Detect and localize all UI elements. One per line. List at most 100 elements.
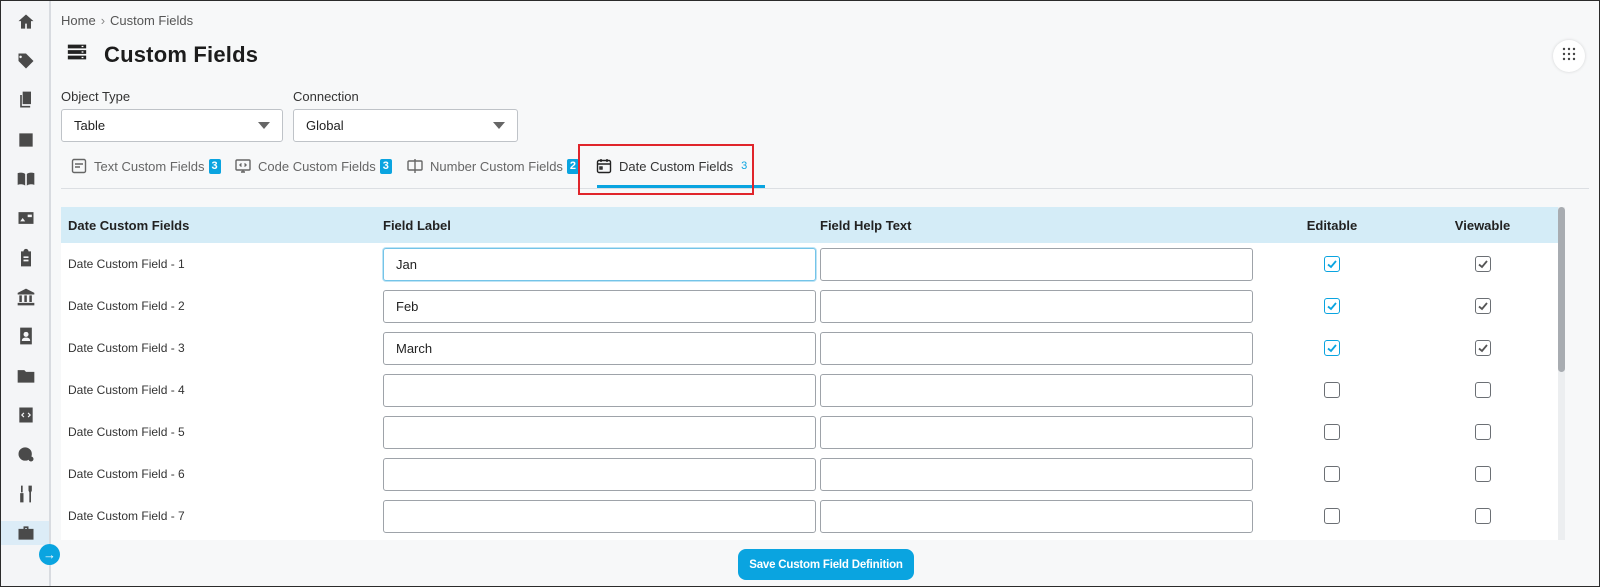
documents-icon[interactable]	[14, 88, 38, 112]
connection-select[interactable]: Global	[293, 109, 518, 142]
header-editable: Editable	[1306, 217, 1358, 233]
field-name: Date Custom Field - 7	[68, 509, 185, 523]
editable-checkbox[interactable]	[1324, 466, 1340, 482]
field-name: Date Custom Field - 2	[68, 299, 185, 313]
connection-label: Connection	[293, 89, 359, 104]
expand-rail-button[interactable]: →	[39, 544, 60, 565]
field-label-input[interactable]	[383, 373, 816, 407]
save-custom-field-definition-button[interactable]: Save Custom Field Definition	[738, 549, 914, 580]
tab-label: Text Custom Fields	[94, 158, 205, 174]
header-viewable: Viewable	[1454, 217, 1511, 233]
field-help-text-input[interactable]	[820, 247, 1253, 281]
bank-icon[interactable]	[14, 285, 38, 309]
viewable-checkbox[interactable]	[1474, 466, 1491, 482]
table-row: Date Custom Field - 5	[61, 411, 1558, 453]
object-type-select[interactable]: Table	[61, 109, 283, 142]
field-label-input[interactable]: March	[383, 331, 816, 365]
page-title: Custom Fields	[104, 41, 259, 67]
field-label-input[interactable]	[383, 499, 816, 533]
contact-book-icon[interactable]	[14, 324, 38, 348]
viewable-checkbox[interactable]	[1474, 298, 1491, 314]
field-label-input[interactable]	[383, 415, 816, 449]
viewable-checkbox[interactable]	[1474, 382, 1491, 398]
field-label-input[interactable]: Jan	[383, 247, 816, 281]
viewable-checkbox[interactable]	[1474, 340, 1491, 356]
text-field-icon	[71, 158, 87, 174]
caret-down-icon	[258, 122, 270, 129]
editable-checkbox[interactable]	[1324, 382, 1340, 398]
field-name: Date Custom Field - 3	[68, 341, 185, 355]
caret-down-icon	[493, 122, 505, 129]
field-label-input[interactable]: Feb	[383, 289, 816, 323]
header-date-custom-fields: Date Custom Fields	[68, 217, 190, 233]
header-field-label: Field Label	[383, 217, 451, 233]
object-type-group: Object Type Table	[61, 89, 283, 142]
image-card-icon[interactable]	[14, 206, 38, 230]
scrollbar-thumb[interactable]	[1558, 207, 1565, 372]
table-row: Date Custom Field - 1 Jan	[61, 243, 1558, 285]
custom-field-tabs: Text Custom Fields 3 Code Custom Fields …	[61, 151, 1589, 189]
viewable-checkbox[interactable]	[1474, 424, 1491, 440]
viewable-checkbox[interactable]	[1474, 256, 1491, 272]
tab-number-custom-fields[interactable]: Number Custom Fields 2	[407, 158, 579, 174]
highlight-annotation	[578, 144, 754, 195]
editable-checkbox[interactable]	[1324, 298, 1340, 314]
table-row: Date Custom Field - 3 March	[61, 327, 1558, 369]
tab-code-custom-fields[interactable]: Code Custom Fields 3	[235, 158, 392, 174]
table-body: Date Custom Field - 1 Jan Date Custom Fiel…	[61, 243, 1558, 537]
table-header: Date Custom Fields Field Label Field Hel…	[61, 207, 1558, 243]
tab-count-badge: 3	[379, 158, 392, 174]
breadcrumb-current: Custom Fields	[110, 13, 194, 28]
table-scrollbar[interactable]	[1558, 207, 1565, 540]
field-help-text-input[interactable]	[820, 331, 1253, 365]
left-nav-rail	[1, 1, 51, 586]
tab-label: Code Custom Fields	[258, 158, 376, 174]
app-menu-button[interactable]	[1553, 40, 1585, 72]
field-help-text-input[interactable]	[820, 415, 1253, 449]
field-help-text-input[interactable]	[820, 289, 1253, 323]
connection-value: Global	[306, 118, 344, 133]
home-icon[interactable]	[14, 10, 38, 34]
object-type-label: Object Type	[61, 89, 131, 104]
book-icon[interactable]	[14, 167, 38, 191]
tools-icon[interactable]	[14, 482, 38, 506]
connection-group: Connection Global	[293, 89, 518, 142]
editable-checkbox[interactable]	[1324, 424, 1340, 440]
tag-icon[interactable]	[14, 49, 38, 73]
grid-dots-icon	[1562, 47, 1576, 66]
table-row: Date Custom Field - 2 Feb	[61, 285, 1558, 327]
table-row: Date Custom Field - 6	[61, 453, 1558, 495]
editable-checkbox[interactable]	[1324, 508, 1340, 524]
field-name: Date Custom Field - 6	[68, 467, 185, 481]
code-file-icon[interactable]	[14, 403, 38, 427]
object-type-value: Table	[74, 118, 106, 133]
clipboard-icon[interactable]	[14, 246, 38, 270]
folder-icon[interactable]	[14, 364, 38, 388]
tab-count-badge: 3	[208, 158, 221, 174]
field-help-text-input[interactable]	[820, 457, 1253, 491]
tab-label: Number Custom Fields	[430, 158, 563, 174]
field-name: Date Custom Field - 5	[68, 425, 185, 439]
table-row: Date Custom Field - 7	[61, 495, 1558, 537]
field-help-text-input[interactable]	[820, 373, 1253, 407]
editable-checkbox[interactable]	[1324, 256, 1340, 272]
number-field-icon	[407, 159, 423, 173]
breadcrumb-separator: ›	[100, 13, 106, 28]
field-name: Date Custom Field - 4	[68, 383, 185, 397]
server-stack-icon	[66, 41, 88, 68]
breadcrumb: Home › Custom Fields	[61, 13, 193, 28]
archive-icon[interactable]	[14, 128, 38, 152]
main-content: Home › Custom Fields Custom Fields Objec…	[51, 1, 1599, 586]
editable-checkbox[interactable]	[1324, 340, 1340, 356]
field-name: Date Custom Field - 1	[68, 257, 185, 271]
briefcase-icon[interactable]	[14, 521, 38, 545]
breadcrumb-home[interactable]: Home	[61, 13, 96, 28]
tab-text-custom-fields[interactable]: Text Custom Fields 3	[71, 158, 221, 174]
custom-fields-table: Date Custom Fields Field Label Field Hel…	[61, 207, 1558, 540]
viewable-checkbox[interactable]	[1474, 508, 1491, 524]
field-label-input[interactable]	[383, 457, 816, 491]
table-row: Date Custom Field - 4	[61, 369, 1558, 411]
field-help-text-input[interactable]	[820, 499, 1253, 533]
header-field-help-text: Field Help Text	[820, 217, 912, 233]
timer-settings-icon[interactable]	[14, 442, 38, 466]
